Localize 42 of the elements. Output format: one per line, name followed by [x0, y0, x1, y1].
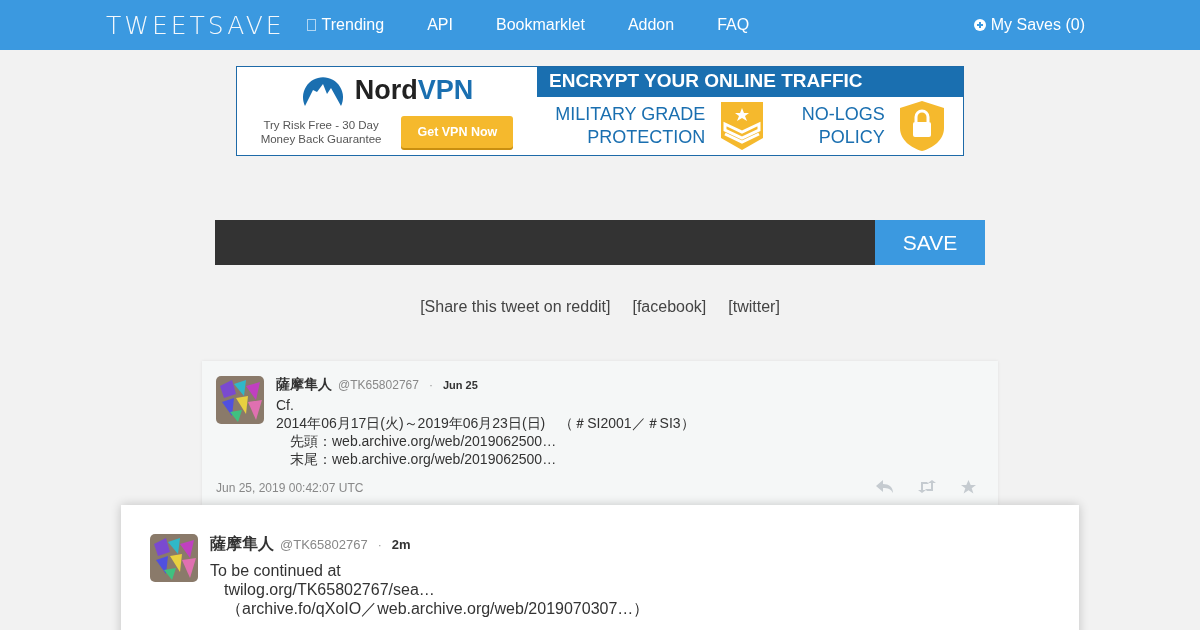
tweet-text: 末尾：web.archive.org/web/2019062500…	[289, 450, 558, 468]
nav-link[interactable]: FAQ	[717, 16, 750, 34]
nav-link[interactable]: API	[427, 16, 453, 34]
tweet-text: 先頭：web.archive.org/web/2019062500…	[289, 432, 558, 450]
share-link[interactable]: [Share this tweet on reddit]	[420, 298, 611, 316]
user-handle: @TK65802767	[280, 537, 368, 552]
nav-link[interactable]: Bookmarklet	[495, 16, 585, 34]
tweet-text: Cf.	[276, 396, 295, 414]
user-handle: @TK65802767	[338, 378, 419, 392]
logo[interactable]: TWEETSAVE	[106, 10, 285, 40]
tweet-text: twilog.org/TK65802767/sea…	[223, 580, 436, 599]
missing-glyph-icon	[306, 19, 316, 31]
share-link[interactable]: [twitter]	[728, 298, 780, 316]
star-icon[interactable]	[961, 480, 976, 495]
tweet-text: 2014年06月17日(火)～2019年06月23日(日) （＃SI2001／＃SI3）	[276, 414, 695, 432]
tweet-time: 2m	[391, 537, 411, 552]
ad-banner[interactable]: NordVPN Try Risk Free - 30 Day Money Back Guarantee Get VPN Now ENCRYPT YOUR ONLINE TRAFFIC MILITARY GRADE PROTECTION NO-LOGS POLICY	[236, 66, 964, 156]
lock-shield-icon	[898, 100, 945, 152]
retweet-icon[interactable]	[917, 480, 937, 493]
save-button[interactable]: SAVE	[875, 220, 985, 265]
plus-circle-icon	[973, 19, 986, 31]
separator-dot: ·	[428, 378, 433, 392]
share-link[interactable]: [facebook]	[632, 298, 707, 316]
timestamp: Jun 25, 2019 00:42:07 UTC	[216, 480, 364, 495]
ad-tagline: Try Risk Free - 30 Day Money Back Guarantee	[260, 118, 382, 146]
user-name: 薩摩隼人	[276, 376, 332, 394]
nav-link[interactable]: Trending	[306, 16, 385, 34]
feature-text: NO-LOGS POLICY	[801, 103, 885, 149]
brand-name: NordVPN	[354, 74, 474, 106]
chevron-badge-icon	[719, 100, 766, 152]
cta-button[interactable]: Get VPN Now	[401, 116, 514, 148]
tweet-text: （archive.fo/qXoIO／web.archive.org/web/2019070307…）	[225, 599, 650, 618]
reply-icon[interactable]	[876, 480, 893, 493]
tweet-url-field[interactable]	[215, 220, 875, 265]
tweet-time: Jun 25	[442, 379, 478, 391]
user-name: 薩摩隼人	[210, 534, 274, 554]
feature-text: MILITARY GRADE PROTECTION	[555, 103, 706, 149]
separator-dot: ·	[377, 538, 382, 552]
my-saves-link[interactable]: My Saves (0)	[973, 16, 1085, 34]
nav-link[interactable]: Addon	[627, 16, 675, 34]
tweet-text: To be continued at	[210, 561, 342, 580]
ad-headline: ENCRYPT YOUR ONLINE TRAFFIC	[537, 67, 963, 97]
